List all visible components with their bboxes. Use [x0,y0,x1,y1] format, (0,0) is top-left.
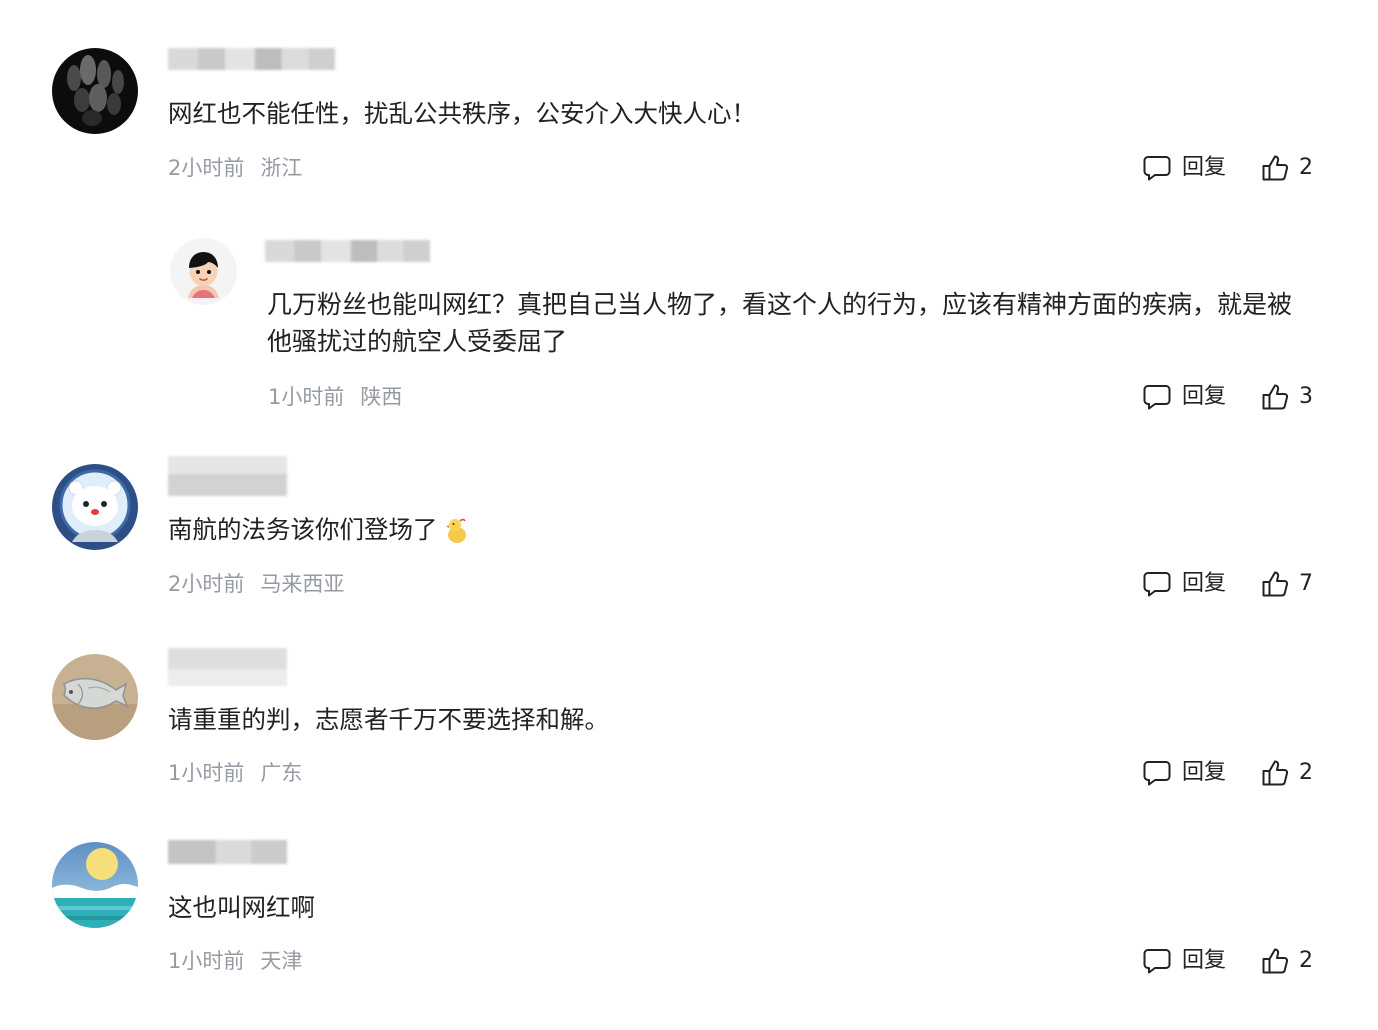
thumbs-up-icon [1262,948,1289,974]
comment-time: 1小时前 [168,761,245,785]
username-blurred[interactable] [168,456,287,496]
comment-bubble-icon [1143,949,1171,974]
comment-meta: 2小时前 马来西亚 [168,570,344,598]
like-count: 2 [1299,155,1313,180]
username-blurred[interactable] [265,240,430,262]
comment-text: 几万粉丝也能叫网红？真把自己当人物了，看这个人的行为，应该有精神方面的疾病，就是… [267,290,1293,356]
comment-time: 2小时前 [168,156,245,180]
comment-item: 这也叫网红啊 1小时前 天津 回复 2 [0,840,1378,990]
comment-item: 南航的法务该你们登场了 2小时前 马来西亚 回复 7 [0,456,1378,616]
reply-label: 回复 [1182,384,1227,409]
thumbs-up-icon [1262,384,1289,410]
duck-emoji-icon [445,516,468,544]
comment-text-row: 南航的法务该你们登场了 [168,516,468,544]
reply-label: 回复 [1182,571,1227,596]
comment-meta: 1小时前 广东 [168,759,302,787]
comment-location: 广东 [260,761,303,785]
like-count: 2 [1299,948,1313,973]
comment-item: 网红也不能任性，扰乱公共秩序，公安介入大快人心！ 2小时前 浙江 回复 2 [0,48,1378,198]
user-avatar[interactable] [52,464,138,550]
username-blurred[interactable] [168,48,335,70]
comment-actions: 回复 7 [1143,570,1323,598]
comment-text: 这也叫网红啊 [168,893,315,922]
username-blurred[interactable] [168,840,287,864]
comment-location: 马来西亚 [260,572,345,596]
thumbs-up-icon [1262,155,1289,181]
comment-location: 浙江 [260,156,303,180]
reply-label: 回复 [1182,948,1227,973]
reply-button[interactable]: 回复 [1143,947,1226,975]
comment-time: 1小时前 [268,385,345,409]
comment-actions: 回复 2 [1143,759,1323,787]
comment-actions: 回复 2 [1143,947,1323,975]
comment-item: 请重重的判，志愿者千万不要选择和解。 1小时前 广东 回复 2 [0,648,1378,798]
like-button[interactable]: 2 [1261,947,1313,975]
reply-item: 几万粉丝也能叫网红？真把自己当人物了，看这个人的行为，应该有精神方面的疾病，就是… [0,238,1378,428]
reply-button[interactable]: 回复 [1143,383,1226,411]
reply-label: 回复 [1182,155,1227,180]
comment-bubble-icon [1143,156,1171,181]
comment-meta: 1小时前 天津 [168,947,302,975]
like-count: 2 [1299,760,1313,785]
comment-time: 2小时前 [168,572,245,596]
comment-text: 南航的法务该你们登场了 [168,515,438,544]
comment-bubble-icon [1143,572,1171,597]
like-button[interactable]: 7 [1261,570,1313,598]
like-button[interactable]: 3 [1261,383,1313,411]
comment-location: 陕西 [360,385,403,409]
username-blurred[interactable] [168,648,287,686]
comment-time: 1小时前 [168,949,245,973]
like-count: 3 [1299,384,1313,409]
comment-text: 请重重的判，志愿者千万不要选择和解。 [168,705,609,734]
like-count: 7 [1299,571,1313,596]
thumbs-up-icon [1262,571,1289,597]
comment-actions: 回复 3 [1143,383,1323,411]
thumbs-up-icon [1262,760,1289,786]
comment-meta: 2小时前 浙江 [168,154,302,182]
user-avatar[interactable] [52,842,138,928]
like-button[interactable]: 2 [1261,154,1313,182]
reply-button[interactable]: 回复 [1143,759,1226,787]
comment-bubble-icon [1143,385,1171,410]
comment-meta: 1小时前 陕西 [268,383,402,411]
user-avatar[interactable] [170,238,237,305]
like-button[interactable]: 2 [1261,759,1313,787]
comment-actions: 回复 2 [1143,154,1323,182]
reply-label: 回复 [1182,760,1227,785]
user-avatar[interactable] [52,48,138,134]
user-avatar[interactable] [52,654,138,740]
comment-bubble-icon [1143,761,1171,786]
comment-text: 网红也不能任性，扰乱公共秩序，公安介入大快人心！ [168,99,756,128]
comment-location: 天津 [260,949,303,973]
reply-button[interactable]: 回复 [1143,154,1226,182]
reply-button[interactable]: 回复 [1143,570,1226,598]
